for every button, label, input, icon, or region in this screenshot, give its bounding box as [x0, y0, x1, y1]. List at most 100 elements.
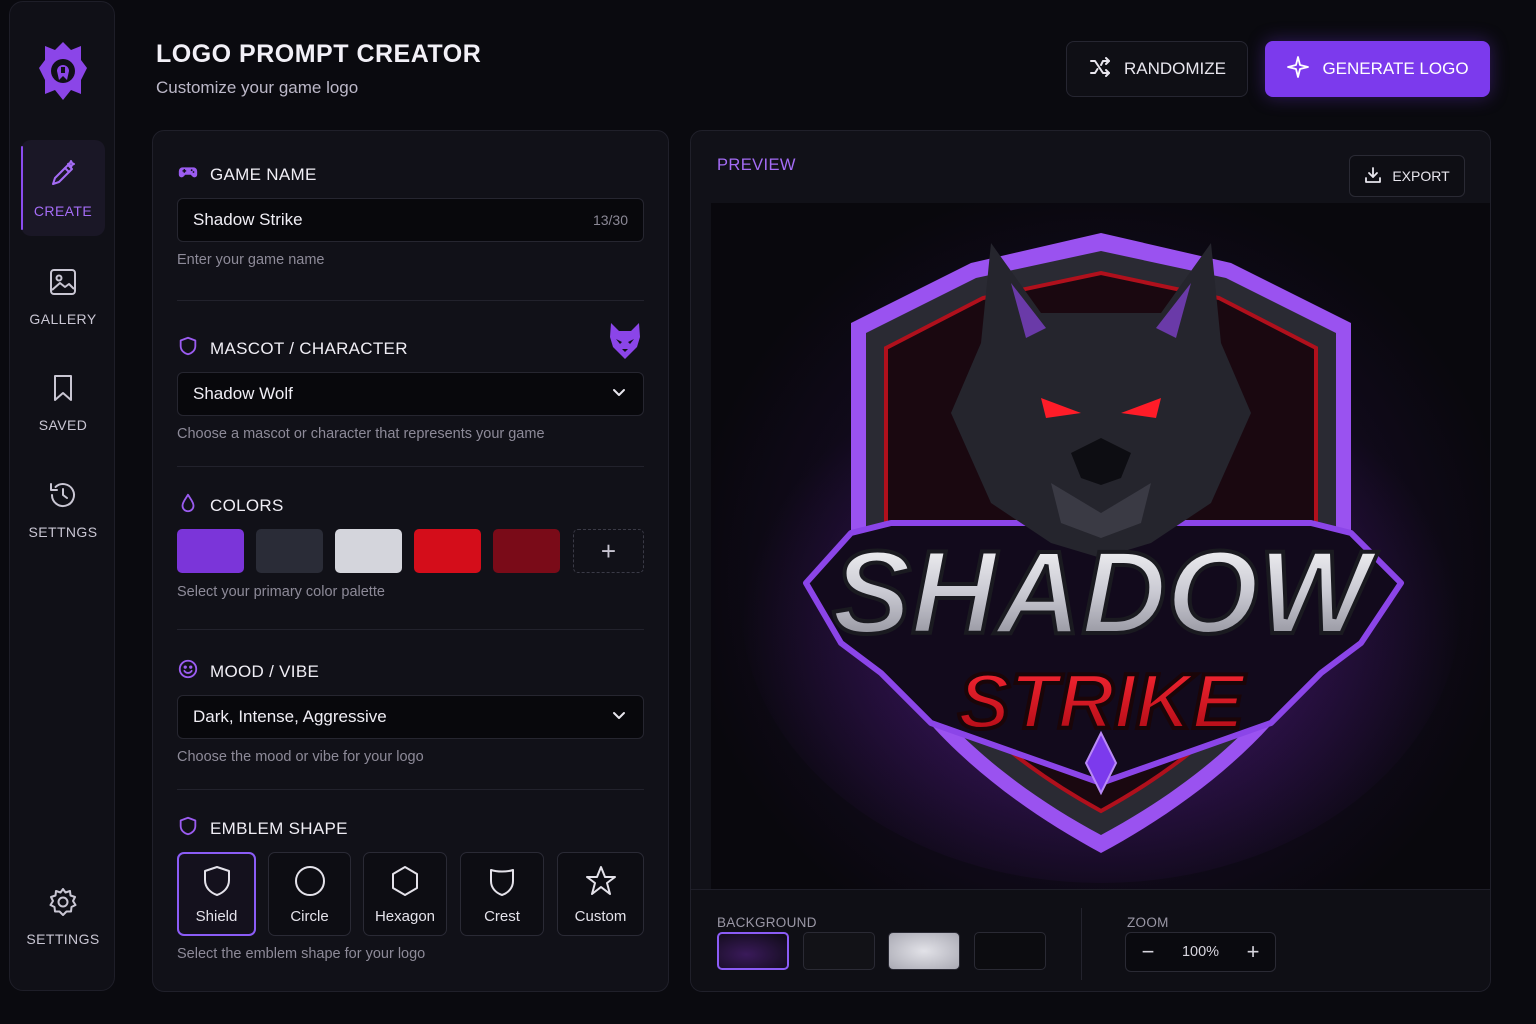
game-name-section-label: GAME NAME — [177, 161, 317, 188]
zoom-in-button[interactable]: + — [1245, 939, 1261, 965]
emblem-hint: Select the emblem shape for your logo — [177, 946, 426, 962]
sidebar-item-saved[interactable]: SAVED — [21, 354, 105, 450]
background-option-black[interactable] — [974, 932, 1046, 970]
emblem-option-label: Circle — [290, 907, 329, 925]
emblem-option-circle[interactable]: Circle — [268, 852, 351, 936]
emblem-option-label: Hexagon — [374, 907, 436, 925]
color-swatch-silver[interactable] — [335, 529, 402, 573]
page-subtitle: Customize your game logo — [156, 78, 359, 97]
emblem-option-crest[interactable]: Crest — [460, 852, 544, 936]
mood-value: Dark, Intense, Aggressive — [193, 707, 387, 726]
background-option-dark[interactable] — [803, 932, 875, 970]
sidebar: CREATE GALLERY SAVED SETTNGS SETTINGS — [9, 1, 115, 991]
zoom-control: − 100% + — [1125, 932, 1276, 972]
shield-icon — [177, 815, 199, 842]
gamepad-icon — [177, 161, 199, 188]
background-label: BACKGROUND — [717, 915, 817, 930]
logo-form-panel: GAME NAME Shadow Strike 13/30 Enter your… — [152, 130, 669, 992]
sidebar-item-label: SETTNGS — [28, 523, 98, 540]
export-label: EXPORT — [1392, 168, 1450, 184]
divider — [177, 789, 644, 790]
sidebar-item-label: GALLERY — [29, 310, 97, 327]
mascot-label: MASCOT / CHARACTER — [210, 338, 408, 358]
add-color-button[interactable]: + — [573, 529, 644, 573]
zoom-label: ZOOM — [1127, 915, 1169, 930]
color-swatch-charcoal[interactable] — [256, 529, 323, 573]
color-swatch-purple[interactable] — [177, 529, 244, 573]
background-option-light[interactable] — [888, 932, 960, 970]
circle-icon — [293, 864, 327, 902]
sidebar-item-label: CREATE — [33, 202, 93, 219]
zoom-value: 100% — [1181, 944, 1220, 960]
emblem-option-custom[interactable]: Custom — [557, 852, 644, 936]
generate-logo-button[interactable]: GENERATE LOGO — [1265, 41, 1490, 97]
crest-icon — [485, 864, 519, 902]
sidebar-item-history[interactable]: SETTNGS — [21, 461, 105, 557]
smiley-icon — [177, 658, 199, 685]
game-name-input[interactable]: Shadow Strike 13/30 — [177, 198, 644, 242]
emblem-option-hexagon[interactable]: Hexagon — [363, 852, 447, 936]
colors-label: COLORS — [210, 495, 284, 515]
chevron-down-icon — [610, 383, 628, 406]
background-option-purple[interactable] — [717, 932, 789, 970]
emblem-option-label: Custom — [574, 907, 627, 925]
wolf-icon — [607, 321, 643, 361]
sidebar-item-label: SETTINGS — [26, 930, 100, 947]
logo-text-top: SHADOW — [832, 527, 1378, 659]
mood-label: MOOD / VIBE — [210, 661, 320, 681]
game-name-hint: Enter your game name — [177, 252, 325, 268]
brand-logo-icon[interactable] — [37, 40, 89, 102]
shield-icon — [200, 864, 234, 902]
pen-sparkle-icon — [47, 158, 79, 193]
star-icon — [584, 864, 618, 902]
hexagon-icon — [388, 864, 422, 902]
logo-text-bottom: STRIKE — [958, 657, 1246, 745]
mascot-select[interactable]: Shadow Wolf — [177, 372, 644, 416]
image-icon — [47, 266, 79, 301]
download-icon — [1364, 166, 1382, 187]
mood-select[interactable]: Dark, Intense, Aggressive — [177, 695, 644, 739]
divider — [177, 629, 644, 630]
sparkle-icon — [1286, 55, 1310, 84]
preview-toolbar: BACKGROUND ZOOM − 100% + — [691, 889, 1490, 991]
character-counter: 13/30 — [592, 212, 628, 228]
mascot-section-label: MASCOT / CHARACTER — [177, 335, 408, 362]
color-swatch-crimson[interactable] — [493, 529, 560, 573]
color-swatch-red[interactable] — [414, 529, 481, 573]
preview-label: PREVIEW — [717, 156, 796, 174]
sidebar-item-settings[interactable]: SETTINGS — [21, 868, 105, 964]
randomize-button[interactable]: RANDOMIZE — [1066, 41, 1248, 97]
shield-icon — [177, 335, 199, 362]
emblem-section-label: EMBLEM SHAPE — [177, 815, 348, 842]
emblem-option-label: Shield — [195, 907, 238, 925]
randomize-label: RANDOMIZE — [1124, 59, 1226, 78]
history-icon — [47, 479, 79, 514]
bookmark-icon — [47, 372, 79, 407]
emblem-label: EMBLEM SHAPE — [210, 818, 348, 838]
sidebar-item-gallery[interactable]: GALLERY — [21, 248, 105, 344]
colors-hint: Select your primary color palette — [177, 584, 385, 600]
divider — [1081, 908, 1082, 980]
divider — [177, 466, 644, 467]
emblem-option-shield[interactable]: Shield — [177, 852, 256, 936]
colors-section-label: COLORS — [177, 492, 284, 519]
mood-hint: Choose the mood or vibe for your logo — [177, 749, 424, 765]
emblem-option-label: Crest — [484, 907, 520, 925]
mascot-value: Shadow Wolf — [193, 384, 293, 403]
sidebar-item-create[interactable]: CREATE — [21, 140, 105, 236]
export-button[interactable]: EXPORT — [1349, 155, 1465, 197]
logo-preview-canvas[interactable]: SHADOW STRIKE — [711, 203, 1490, 889]
app-window: CREATE GALLERY SAVED SETTNGS SETTINGS LO… — [0, 0, 1536, 1024]
page-title: LOGO PROMPT CREATOR — [156, 40, 482, 68]
gear-icon — [47, 886, 79, 921]
game-name-label: GAME NAME — [210, 164, 317, 184]
chevron-down-icon — [610, 706, 628, 729]
mascot-hint: Choose a mascot or character that repres… — [177, 426, 545, 442]
droplet-icon — [177, 492, 199, 519]
zoom-out-button[interactable]: − — [1140, 939, 1156, 965]
logo-artwork: SHADOW STRIKE — [741, 233, 1461, 883]
mood-section-label: MOOD / VIBE — [177, 658, 319, 685]
shuffle-icon — [1088, 55, 1112, 84]
generate-logo-label: GENERATE LOGO — [1322, 59, 1469, 78]
game-name-value: Shadow Strike — [193, 210, 303, 229]
